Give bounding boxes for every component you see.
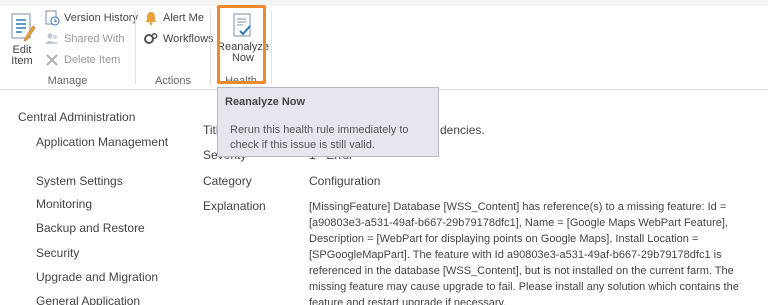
- nav-item-backup-and-restore[interactable]: Backup and Restore: [36, 221, 176, 236]
- actions-group: Alert Me Workflows Actions: [136, 6, 214, 90]
- category-label: Category: [203, 174, 252, 188]
- alert-me-label: Alert Me: [163, 12, 204, 24]
- delete-item-label: Delete Item: [64, 54, 121, 66]
- quick-launch-nav: Central Administration Application Manag…: [0, 90, 190, 305]
- reanalyze-highlight-box: [217, 5, 266, 84]
- edit-item-button[interactable]: Edit Item: [5, 12, 39, 67]
- delete-item-button[interactable]: Delete Item: [44, 51, 120, 69]
- nav-item-security[interactable]: Security: [36, 246, 176, 261]
- delete-icon: [44, 52, 60, 68]
- explanation-label: Explanation: [203, 199, 266, 213]
- nav-item-general-application[interactable]: General Application: [36, 294, 176, 305]
- group-divider: [271, 10, 272, 84]
- shared-with-icon: [44, 31, 60, 47]
- edit-item-icon: [11, 13, 36, 42]
- category-value: Configuration: [309, 174, 381, 188]
- alert-me-button[interactable]: Alert Me: [143, 9, 204, 27]
- nav-item-monitoring[interactable]: Monitoring: [36, 197, 176, 212]
- actions-group-label: Actions: [154, 75, 192, 87]
- nav-item-system-settings[interactable]: System Settings: [36, 174, 176, 189]
- nav-item-application-management[interactable]: Application Management: [36, 135, 176, 150]
- title-value: dencies.: [440, 123, 485, 137]
- nav-item-upgrade-and-migration[interactable]: Upgrade and Migration: [36, 270, 176, 285]
- nav-header[interactable]: Central Administration: [18, 110, 135, 124]
- manage-group-label: Manage: [47, 75, 88, 87]
- edit-item-label-2: Item: [11, 55, 33, 67]
- bell-icon: [143, 10, 159, 26]
- shared-with-button[interactable]: Shared With: [44, 30, 125, 48]
- version-history-button[interactable]: Version History: [44, 9, 138, 27]
- tooltip-body: Rerun this health rule immediately to ch…: [230, 124, 409, 151]
- workflows-icon: [143, 31, 159, 47]
- reanalyze-tooltip: Reanalyze Now Rerun this health rule imm…: [217, 87, 439, 157]
- workflows-label: Workflows: [163, 33, 214, 45]
- ribbon: Edit Item Version History Shared With De…: [0, 0, 768, 90]
- tooltip-title: Reanalyze Now: [225, 96, 306, 108]
- manage-group: Edit Item Version History Shared With De…: [0, 6, 138, 90]
- shared-with-label: Shared With: [64, 33, 125, 45]
- version-history-label: Version History: [64, 12, 138, 24]
- version-history-icon: [44, 10, 60, 26]
- explanation-value: [MissingFeature] Database [WSS_Content] …: [309, 201, 739, 305]
- workflows-button[interactable]: Workflows: [143, 30, 214, 48]
